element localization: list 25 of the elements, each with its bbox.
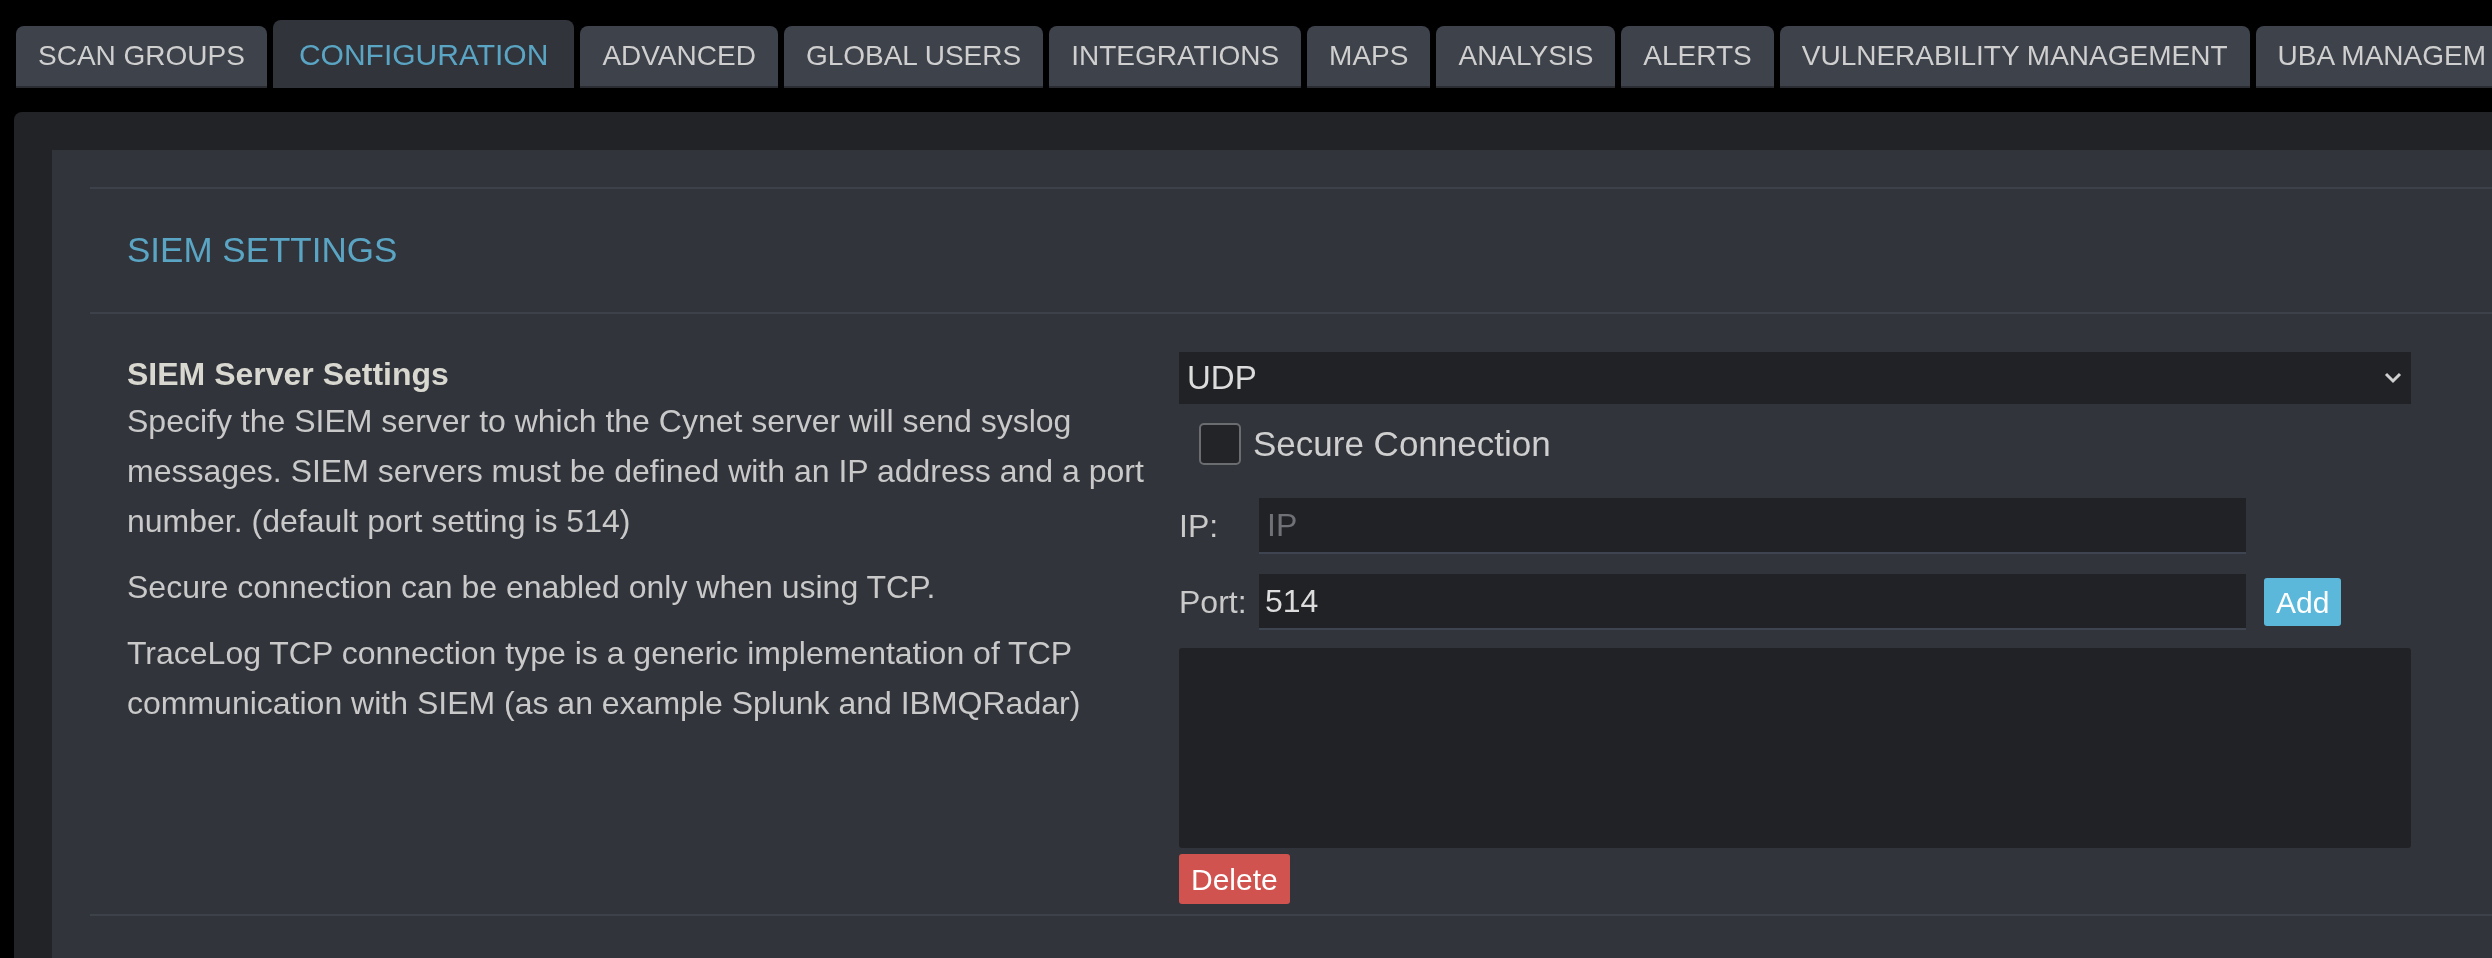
select-value: UDP: [1187, 358, 1257, 399]
port-field[interactable]: 514: [1259, 574, 2246, 630]
tab[interactable]: UBA MANAGEM: [2255, 26, 2492, 88]
chevron-down-icon: [2383, 371, 2403, 385]
field-label: IP:: [1179, 507, 1220, 546]
ip-field[interactable]: IP: [1259, 498, 2246, 554]
tab[interactable]: ANALYSIS: [1436, 26, 1616, 88]
description-paragraph: Secure connection can be enabled only when using TCP.: [127, 568, 937, 607]
tab[interactable]: VULNERABILITY MANAGEMENT: [1779, 26, 2250, 88]
tab[interactable]: MAPS: [1307, 26, 1431, 88]
tab[interactable]: CONFIGURATION: [272, 20, 575, 88]
section-title: SIEM SETTINGS: [126, 229, 399, 272]
delete-button[interactable]: Delete: [1179, 854, 1290, 904]
checkbox[interactable]: [1199, 423, 1241, 465]
tab[interactable]: SCAN GROUPS: [16, 26, 267, 88]
tab[interactable]: GLOBAL USERS: [783, 26, 1044, 88]
tab[interactable]: INTEGRATIONS: [1049, 26, 1302, 88]
protocol-select[interactable]: UDP: [1179, 352, 2411, 404]
description-paragraph: Specify the SIEM server to which the Cynet server will send syslog messages. SIEM servers must be defined with an IP address and a port number. (default port setting is 514): [127, 402, 1145, 541]
tab[interactable]: ADVANCED: [580, 26, 778, 88]
settings-heading: SIEM Server Settings: [127, 355, 450, 394]
description-paragraph: TraceLog TCP connection type is a generic implementation of TCP communication with SIEM (as an example Splunk and IBMQRadar): [127, 634, 1082, 723]
field-label: Port:: [1179, 583, 1248, 622]
tab[interactable]: ALERTS: [1621, 26, 1774, 88]
checkbox-label: Secure Connection: [1253, 422, 1551, 465]
